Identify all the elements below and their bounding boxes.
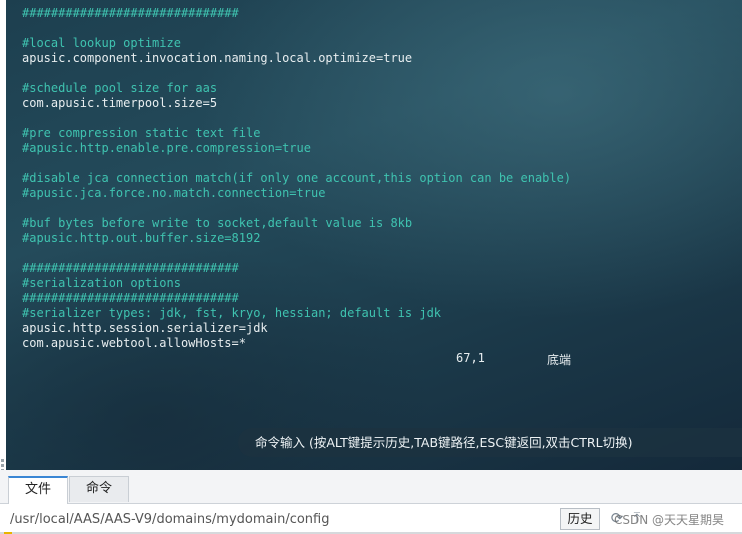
config-comment-line: #apusic.http.enable.pre.compression=true	[22, 141, 311, 155]
config-comment-line: #serializer types: jdk, fst, kryo, hessi…	[22, 306, 442, 320]
config-comment-line: ##############################	[22, 261, 239, 275]
config-comment-line: #apusic.jca.force.no.match.connection=tr…	[22, 186, 326, 200]
terminal-lines: ############################## #local loo…	[22, 6, 571, 351]
config-comment-line: #local lookup optimize	[22, 36, 181, 50]
cursor-position: 67,1	[456, 351, 485, 365]
file-panel: 文件 命令 历史 ⟳ ⤒ CSDN @天天星期昊	[0, 470, 742, 534]
config-line: com.apusic.timerpool.size=5	[22, 96, 218, 110]
config-comment-line: #disable jca connection match(if only on…	[22, 171, 572, 185]
config-comment-line: #schedule pool size for aas	[22, 81, 218, 95]
config-line: apusic.http.session.serializer=jdk	[22, 321, 268, 335]
config-line	[22, 66, 571, 81]
command-input-hint[interactable]: 命令输入 (按ALT键提示历史,TAB键路径,ESC键返回,双击CTRL切换)	[238, 428, 742, 457]
config-comment-line: #buf bytes before write to socket,defaul…	[22, 216, 413, 230]
config-comment-line: ##############################	[22, 6, 239, 20]
config-comment-line: ##############################	[22, 291, 239, 305]
config-comment-line: #pre compression static text file	[22, 126, 261, 140]
config-comment-line: #apusic.http.out.buffer.size=8192	[22, 231, 261, 245]
history-button[interactable]: 历史	[560, 508, 600, 530]
config-line	[22, 246, 571, 261]
terminal-area[interactable]: ############################## #local loo…	[6, 0, 742, 470]
path-bar: 历史 ⟳ ⤒ CSDN @天天星期昊	[0, 504, 742, 534]
scroll-position: 底端	[547, 353, 572, 367]
config-line	[22, 201, 571, 216]
config-line: apusic.component.invocation.naming.local…	[22, 51, 413, 65]
config-comment-line: #serialization options	[22, 276, 181, 290]
panel-tabs: 文件 命令	[0, 474, 742, 504]
tab-commands[interactable]: 命令	[69, 476, 129, 502]
watermark: CSDN @天天星期昊	[614, 513, 725, 527]
config-line	[22, 111, 571, 126]
config-line: com.apusic.webtool.allowHosts=*	[22, 336, 246, 350]
path-input[interactable]	[6, 508, 562, 530]
config-line	[22, 21, 571, 36]
config-line	[22, 156, 571, 171]
tab-files[interactable]: 文件	[8, 476, 68, 504]
